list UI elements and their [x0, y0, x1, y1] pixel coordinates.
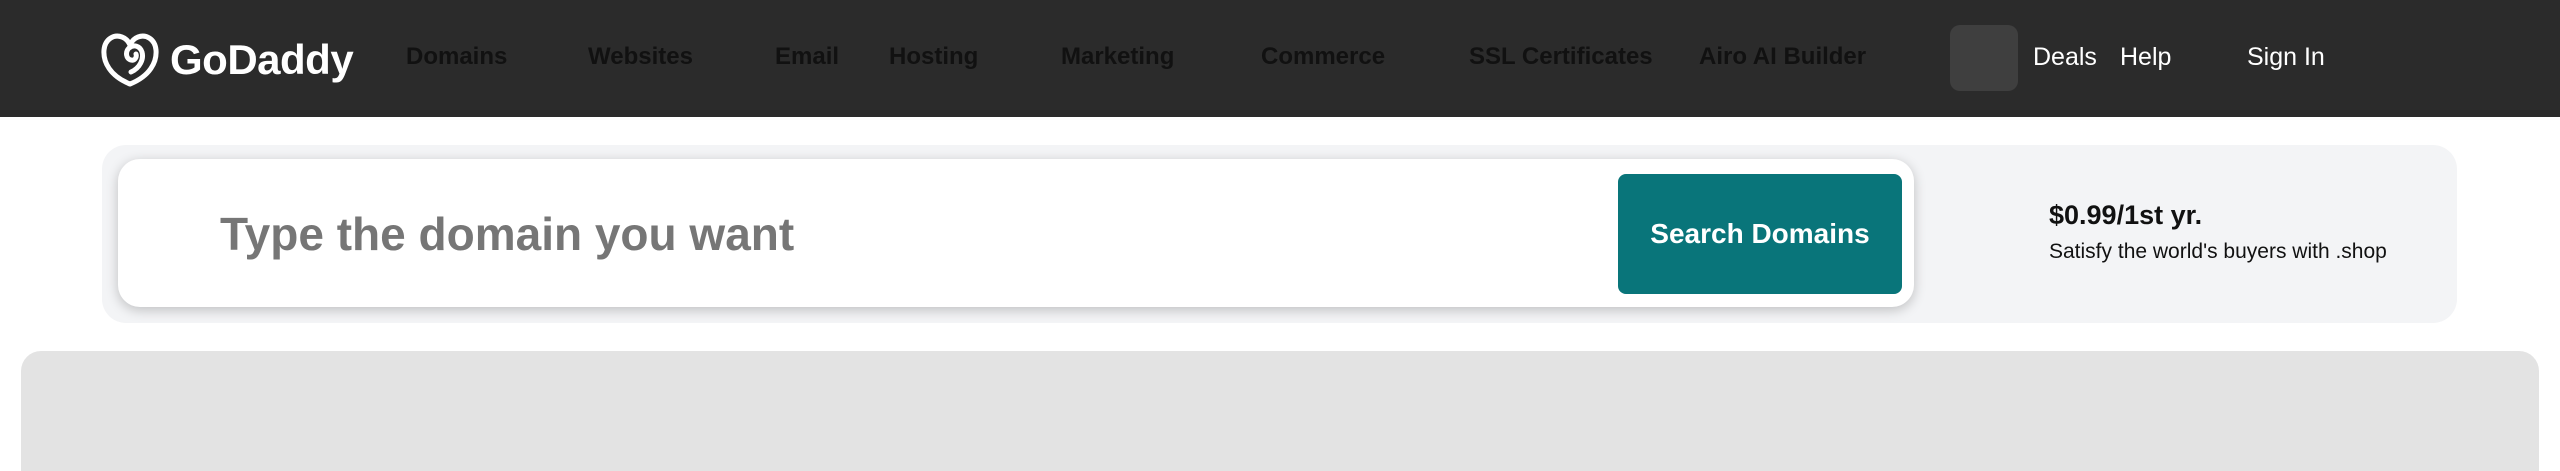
sign-in-link[interactable]: Sign In	[2247, 40, 2325, 74]
nav-item-airo-ai-builder[interactable]: Airo AI Builder	[1699, 40, 1866, 74]
promo-text: Satisfy the world's buyers with .shop	[2049, 240, 2387, 263]
nav-item-marketing[interactable]: Marketing	[1061, 40, 1174, 74]
search-domains-button[interactable]: Search Domains	[1618, 174, 1902, 294]
help-link[interactable]: Help	[2120, 40, 2171, 74]
deals-link[interactable]: Deals	[2033, 40, 2097, 74]
nav-item-email[interactable]: Email	[775, 40, 839, 74]
godaddy-heart-icon	[101, 33, 159, 87]
nav-item-commerce[interactable]: Commerce	[1261, 40, 1385, 74]
hero-panel	[21, 351, 2539, 471]
top-navigation-bar: GoDaddy Domains Websites Email Hosting M…	[0, 0, 2560, 117]
nav-item-hosting[interactable]: Hosting	[889, 40, 978, 74]
nav-item-websites[interactable]: Websites	[588, 40, 693, 74]
brand-name: GoDaddy	[170, 36, 354, 83]
account-menu-button[interactable]	[1950, 25, 2018, 91]
nav-item-ssl-certificates[interactable]: SSL Certificates	[1469, 40, 1653, 74]
godaddy-logo[interactable]: GoDaddy	[100, 30, 354, 90]
domain-search-input[interactable]	[218, 193, 1502, 275]
domain-search-card: Search Domains	[118, 159, 1914, 307]
nav-item-domains[interactable]: Domains	[406, 40, 507, 74]
promo-price: $0.99/1st yr.	[2049, 200, 2203, 230]
